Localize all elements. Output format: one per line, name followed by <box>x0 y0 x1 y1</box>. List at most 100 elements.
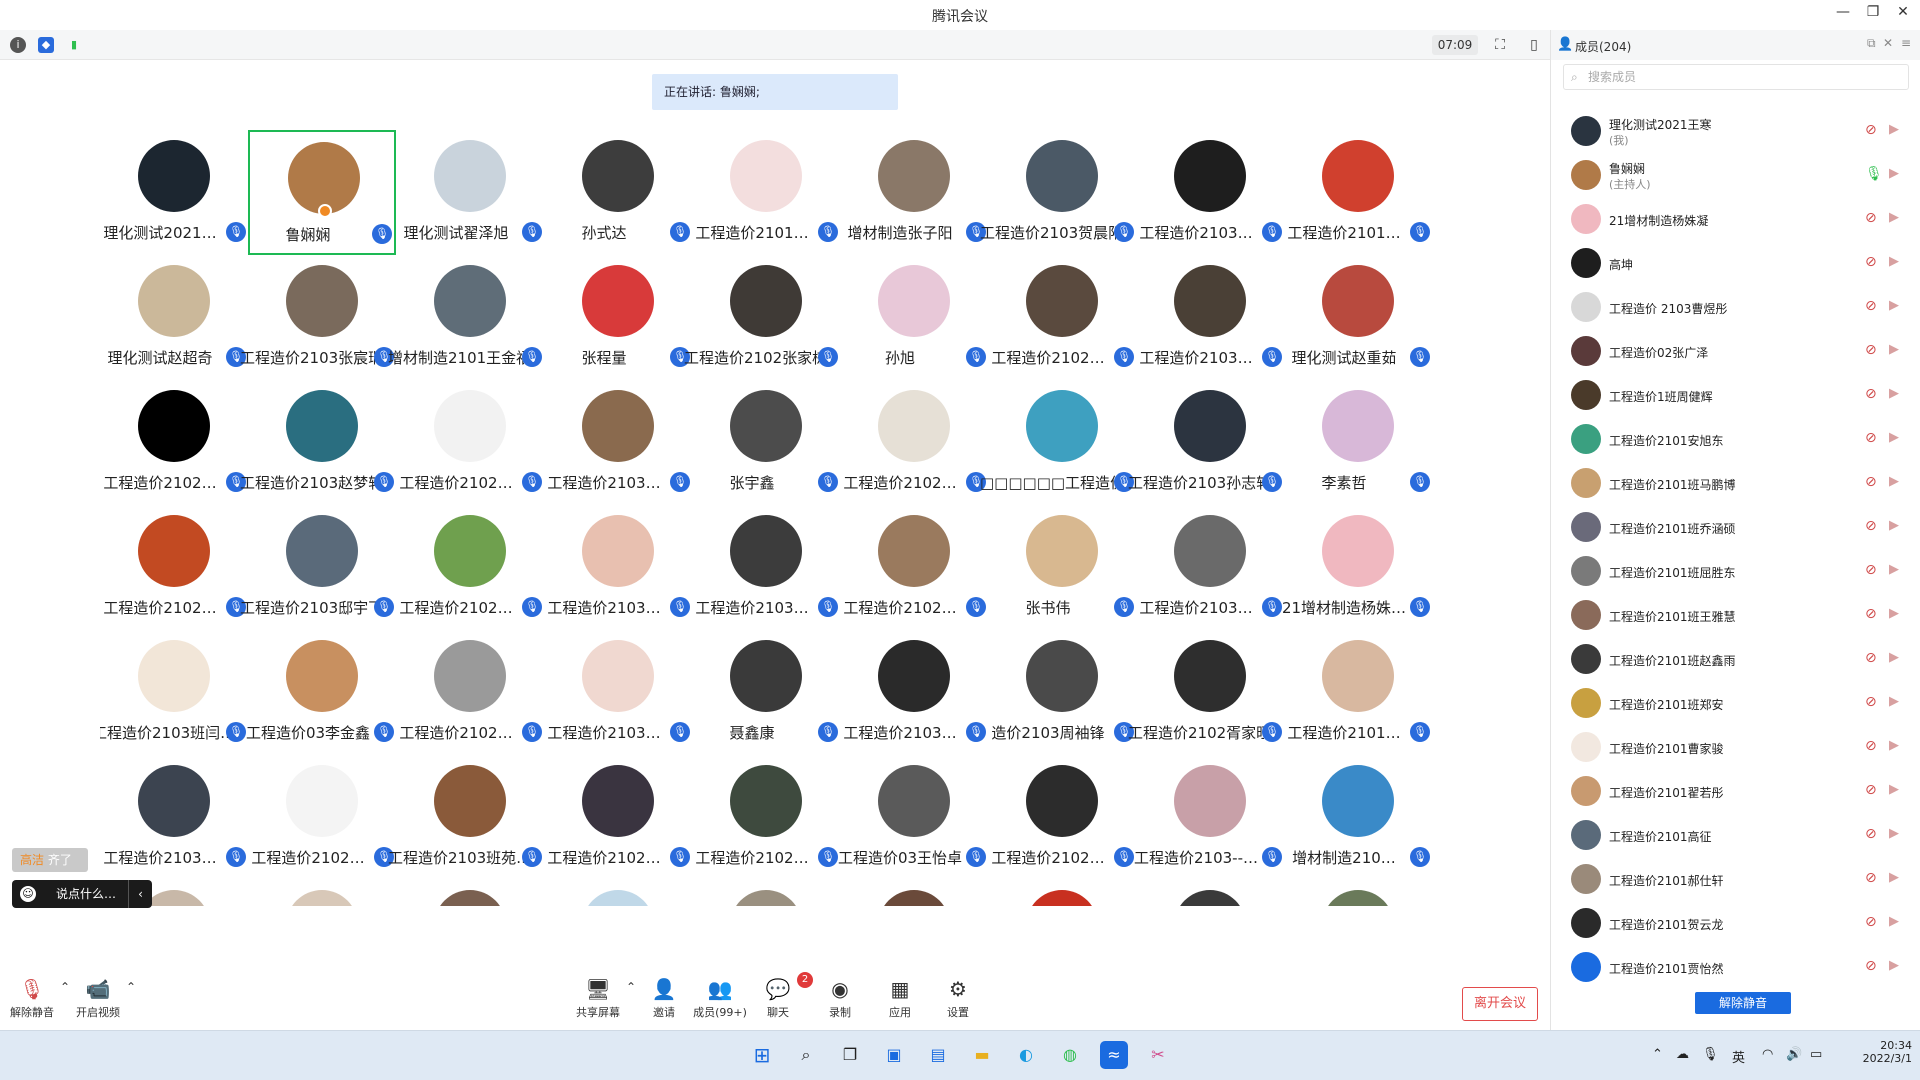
windows-start-icon[interactable]: ⊞ <box>748 1041 776 1069</box>
mic-muted-icon[interactable]: ⊘ <box>1865 430 1877 446</box>
participant-tile[interactable]: 增材制造张子阳 🎙 <box>840 130 988 255</box>
camera-off-icon[interactable]: ▶ <box>1889 958 1899 973</box>
participant-tile[interactable]: 工程造价2102… 🎙 <box>988 255 1136 380</box>
member-row[interactable]: 工程造价2101班乔涵硕 ⊘ ▶ <box>1551 506 1920 550</box>
participant-tile[interactable]: 工程造价2103… 🎙 <box>1136 505 1284 630</box>
participant-tile[interactable]: 工程造价2103张宸瑞 🎙 <box>240 255 396 380</box>
camera-off-icon[interactable]: ▶ <box>1889 386 1899 401</box>
participant-tile[interactable]: 聂鑫康 🎙 <box>692 630 840 755</box>
participant-tile[interactable]: 理化测试翟泽旭 🎙 <box>396 130 544 255</box>
camera-off-icon[interactable]: ▶ <box>1889 122 1899 137</box>
layout-toggle-icon[interactable]: ▯ <box>1524 35 1544 55</box>
mic-muted-icon[interactable]: ⊘ <box>1865 562 1877 578</box>
close-panel-icon[interactable]: ✕ <box>1883 36 1893 50</box>
participant-tile[interactable]: 工程造价2102… 🎙 <box>100 380 248 505</box>
member-row[interactable]: 工程造价2101班屈胜东 ⊘ ▶ <box>1551 550 1920 594</box>
participant-tile[interactable]: 工程造价2102… 🎙 <box>988 755 1136 880</box>
camera-off-icon[interactable]: ▶ <box>1889 254 1899 269</box>
camera-off-icon[interactable]: ▶ <box>1889 870 1899 885</box>
mic-muted-icon[interactable]: ⊘ <box>1865 650 1877 666</box>
start-video-button[interactable]: 📹 开启视频 <box>68 978 128 1020</box>
mic-muted-icon[interactable]: ⊘ <box>1865 738 1877 754</box>
participant-tile[interactable]: 张书伟 🎙 <box>988 505 1136 630</box>
apps-button[interactable]: ▦ 应用 <box>870 978 930 1020</box>
mic-muted-icon[interactable]: ⊘ <box>1865 694 1877 710</box>
participant-tile[interactable]: 工程造价2103贺晨阳 🎙 <box>980 130 1136 255</box>
member-row[interactable]: 理化测试2021王寒 (我) ⊘ ▶ <box>1551 110 1920 154</box>
participant-tile[interactable]: 工程造价2102… 🎙 <box>100 505 248 630</box>
participant-tile[interactable]: 工程造价2103… 🎙 <box>544 630 692 755</box>
participant-tile[interactable]: □□□□□□工程造价2…🎙 <box>980 380 1136 505</box>
chat-input-placeholder[interactable]: 说点什么… <box>56 880 116 908</box>
camera-off-icon[interactable]: ▶ <box>1889 782 1899 797</box>
member-search-input[interactable]: 搜索成员 <box>1563 64 1909 90</box>
mic-muted-icon[interactable]: ⊘ <box>1865 122 1877 138</box>
participant-tile[interactable]: 鲁娴娴 🎙 <box>248 130 396 255</box>
unmute-all-button[interactable]: 解除静音 <box>1695 992 1791 1014</box>
participant-tile[interactable]: 工程造价2103… 🎙 <box>1136 255 1284 380</box>
record-button[interactable]: ◉ 录制 <box>810 978 870 1020</box>
participant-tile[interactable]: 工程造价2102… 🎙 <box>840 505 988 630</box>
camera-off-icon[interactable]: ▶ <box>1889 914 1899 929</box>
participant-tile[interactable]: 21增材制造杨姝… 🎙 <box>1282 505 1432 630</box>
participant-tile[interactable]: 工程造价2103邸宇飞 🎙 <box>240 505 396 630</box>
ime-indicator[interactable]: 英 <box>1732 1047 1745 1066</box>
member-row[interactable]: 工程造价2101班赵鑫雨 ⊘ ▶ <box>1551 638 1920 682</box>
settings-button[interactable]: ⚙ 设置 <box>928 978 988 1020</box>
battery-icon[interactable]: ▭ <box>1810 1047 1822 1062</box>
shield-icon[interactable]: ◆ <box>38 37 54 53</box>
participant-tile[interactable]: 张宇鑫 🎙 <box>692 380 840 505</box>
member-row[interactable]: 工程造价2101班马鹏博 ⊘ ▶ <box>1551 462 1920 506</box>
member-row[interactable]: 工程造价2101郝仕轩 ⊘ ▶ <box>1551 858 1920 902</box>
mic-muted-icon[interactable]: ⊘ <box>1865 958 1877 974</box>
mic-muted-icon[interactable]: ⊘ <box>1865 782 1877 798</box>
mic-muted-icon[interactable]: ⊘ <box>1865 474 1877 490</box>
search-icon[interactable]: ⌕ <box>792 1041 820 1069</box>
wechat-icon[interactable]: ◍ <box>1056 1041 1084 1069</box>
member-row[interactable]: 高坤 ⊘ ▶ <box>1551 242 1920 286</box>
store-icon[interactable]: ▤ <box>924 1041 952 1069</box>
participant-tile[interactable]: 工程造价2102… 🎙 <box>840 380 988 505</box>
member-row[interactable]: 工程造价2101班王雅慧 ⊘ ▶ <box>1551 594 1920 638</box>
participant-tile[interactable]: 工程造价2101… 🎙 <box>692 130 840 255</box>
participant-tile[interactable]: 工程造价2103… 🎙 <box>544 380 692 505</box>
participant-tile[interactable]: 工程造价2102… 🎙 <box>396 630 544 755</box>
participant-tile[interactable]: 李素哲 🎙 <box>1284 380 1432 505</box>
file-explorer-icon[interactable]: ▬ <box>968 1041 996 1069</box>
panel-menu-icon[interactable]: ≡ <box>1901 36 1911 50</box>
minimize-button[interactable]: — <box>1828 4 1858 26</box>
participant-tile[interactable]: 理化测试2021… 🎙 <box>100 130 248 255</box>
invite-button[interactable]: 👤 邀请 <box>634 978 694 1020</box>
member-row[interactable]: 工程造价 2103曹煜彤 ⊘ ▶ <box>1551 286 1920 330</box>
mic-on-icon[interactable]: 🎙 <box>1865 166 1883 182</box>
participant-tile[interactable]: 工程造价2103--… 🎙 <box>1134 755 1284 880</box>
chat-button[interactable]: 💬 2 聊天 <box>748 972 813 1020</box>
maximize-button[interactable]: ❐ <box>1858 4 1888 26</box>
members-button[interactable]: 👥 成员(99+) <box>690 978 750 1020</box>
tencent-meeting-icon[interactable]: ≈ <box>1100 1041 1128 1069</box>
participant-tile[interactable]: 孙旭 🎙 <box>840 255 988 380</box>
member-row[interactable]: 工程造价1班周健辉 ⊘ ▶ <box>1551 374 1920 418</box>
participant-tile[interactable]: 理化测试赵重茹 🎙 <box>1284 255 1432 380</box>
participant-tile[interactable]: 工程造价2102… 🎙 <box>396 505 544 630</box>
mic-muted-icon[interactable]: ⊘ <box>1865 210 1877 226</box>
participant-tile[interactable]: 张程量 🎙 <box>544 255 692 380</box>
volume-icon[interactable]: 🔊 <box>1786 1047 1802 1062</box>
camera-off-icon[interactable]: ▶ <box>1889 826 1899 841</box>
tray-expand-icon[interactable]: ⌃ <box>1652 1047 1663 1062</box>
camera-off-icon[interactable]: ▶ <box>1889 606 1899 621</box>
participant-tile[interactable]: 增材制造210… 🎙 <box>1284 755 1432 880</box>
member-row[interactable]: 工程造价2101安旭东 ⊘ ▶ <box>1551 418 1920 462</box>
member-row[interactable]: 工程造价2101班郑安 ⊘ ▶ <box>1551 682 1920 726</box>
camera-off-icon[interactable]: ▶ <box>1889 210 1899 225</box>
share-screen-button[interactable]: 🖥 共享屏幕 <box>568 978 628 1020</box>
popout-icon[interactable]: ⧉ <box>1867 36 1876 51</box>
member-row[interactable]: 工程造价2101贺云龙 ⊘ ▶ <box>1551 902 1920 946</box>
video-options-caret[interactable]: ⌃ <box>126 980 136 994</box>
camera-off-icon[interactable]: ▶ <box>1889 694 1899 709</box>
participant-tile[interactable]: 工程造价2101… 🎙 <box>1284 130 1432 255</box>
leave-meeting-button[interactable]: 离开会议 <box>1462 987 1538 1021</box>
camera-off-icon[interactable]: ▶ <box>1889 298 1899 313</box>
participant-tile[interactable]: 工程造价2103班闫…🎙 <box>100 630 248 755</box>
mic-muted-icon[interactable]: ⊘ <box>1865 342 1877 358</box>
